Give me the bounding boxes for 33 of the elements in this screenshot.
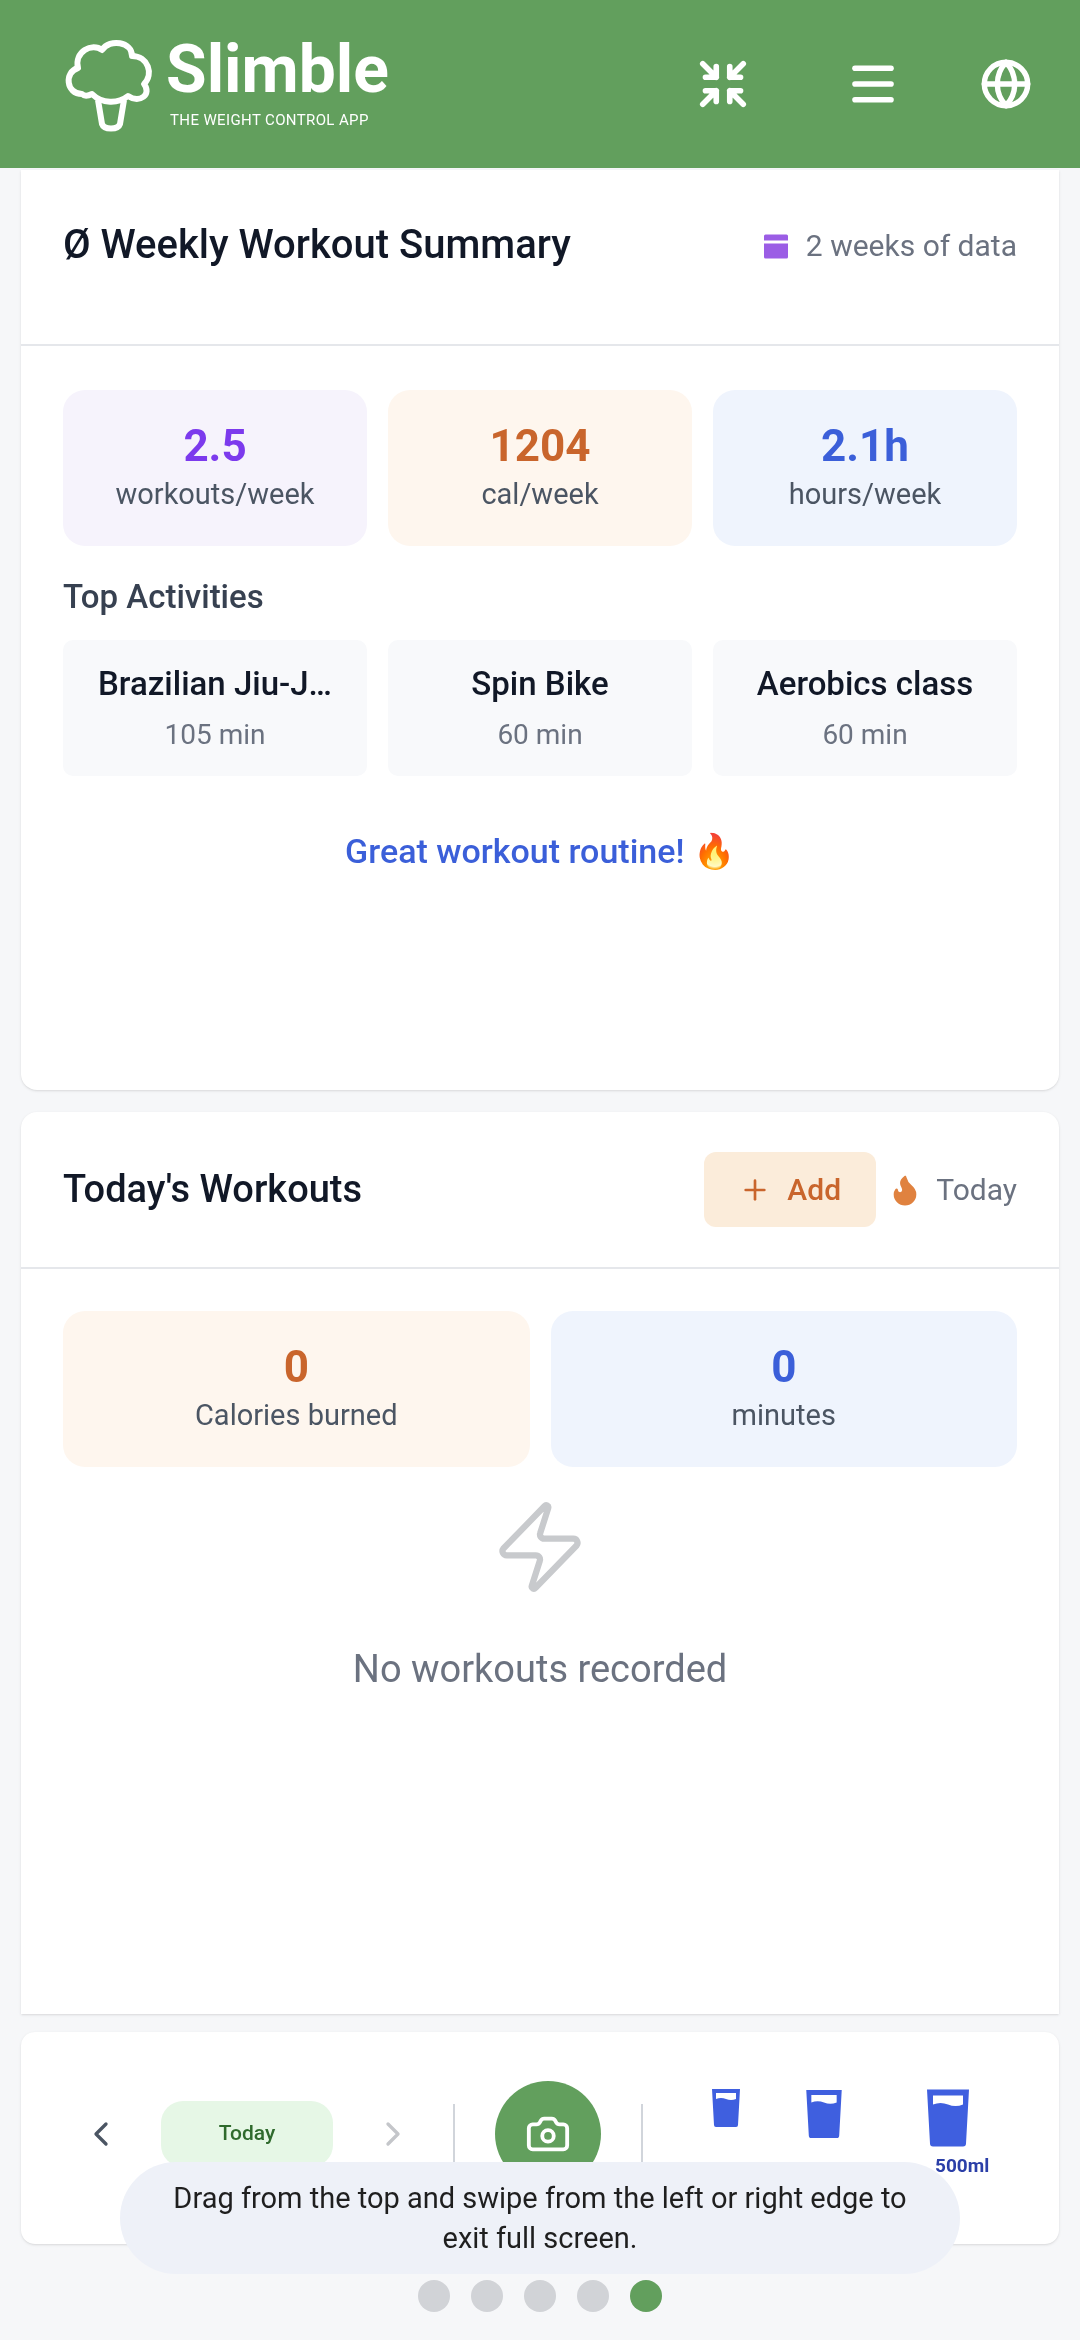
stat-label: hours/week xyxy=(788,475,942,513)
activity-duration: 60 min xyxy=(822,717,908,754)
stat-value: 2.5 xyxy=(183,423,247,468)
stat-label: workouts/week xyxy=(115,475,315,513)
activity-duration: 60 min xyxy=(497,717,583,754)
motivation-text: Great workout routine! 🔥 xyxy=(344,829,736,873)
data-range-text: 2 weeks of data xyxy=(805,226,1017,265)
stat-value: 2.1h xyxy=(821,423,909,468)
app-name: Slimble xyxy=(166,36,389,103)
water-amount: 500ml xyxy=(935,2152,990,2179)
date-label: Today xyxy=(936,1171,1017,1209)
empty-state-text: No workouts recorded xyxy=(351,1646,729,1693)
activity-name: Aerobics class xyxy=(756,662,974,705)
water-glass-icon xyxy=(711,2087,741,2128)
stat-value: 0 xyxy=(771,1344,797,1389)
stat-value: 1204 xyxy=(489,423,591,468)
activity-name: Brazilian Jiu-J… xyxy=(98,662,332,705)
add-button[interactable]: Add xyxy=(704,1152,877,1227)
water-glass-button[interactable] xyxy=(805,2087,843,2140)
activity-duration: 105 min xyxy=(164,717,266,754)
water-glass-button[interactable] xyxy=(711,2087,741,2128)
card-title: Today's Workouts xyxy=(63,1166,364,1213)
stat-label: cal/week xyxy=(481,475,599,513)
stat-value: 0 xyxy=(283,1344,309,1389)
stat-label: Calories burned xyxy=(195,1396,398,1434)
water-glass-icon xyxy=(805,2087,843,2140)
section-title: Top Activities xyxy=(63,576,265,618)
water-glass-icon xyxy=(925,2087,972,2148)
app-tagline: THE WEIGHT CONTROL APP xyxy=(170,109,370,131)
stat-label: minutes xyxy=(731,1396,836,1434)
card-title: Ø Weekly Workout Summary xyxy=(63,220,571,270)
activity-name: Spin Bike xyxy=(471,662,609,705)
language-button[interactable] xyxy=(980,58,1032,110)
